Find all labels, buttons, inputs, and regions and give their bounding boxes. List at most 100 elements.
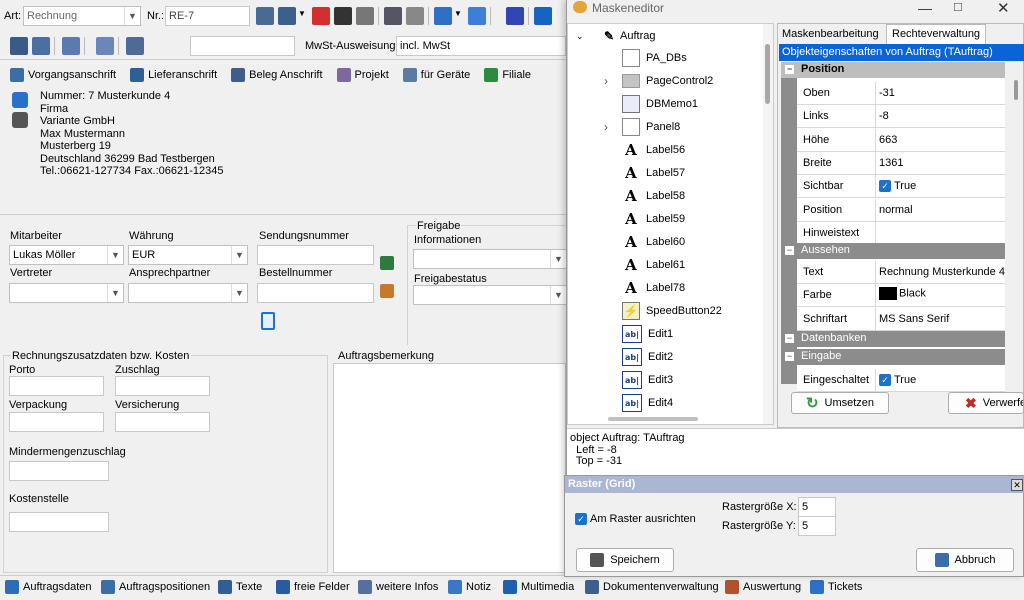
- category-eingabe[interactable]: − Eingabe: [781, 349, 1005, 365]
- tree-node[interactable]: › Panel8: [604, 117, 680, 137]
- category-aussehen[interactable]: − Aussehen: [781, 243, 1005, 259]
- bottom-tab-3[interactable]: freie Felder: [276, 578, 350, 596]
- tree-node[interactable]: A Label61: [622, 255, 685, 275]
- prop-row[interactable]: Position normal: [797, 198, 1005, 222]
- cancel-button[interactable]: Abbruch: [916, 548, 1014, 572]
- tree-node[interactable]: ab| Edit1: [622, 324, 673, 344]
- tree-node[interactable]: › PageControl2: [604, 71, 713, 91]
- bottom-tab-6[interactable]: Multimedia: [503, 578, 574, 596]
- customer-edit-icon[interactable]: [32, 37, 50, 55]
- tree-node[interactable]: ab| Edit3: [622, 370, 673, 390]
- props-scroll-thumb[interactable]: [1014, 80, 1018, 100]
- porto-input[interactable]: [9, 376, 104, 396]
- prop-row[interactable]: Höhe 663: [797, 128, 1005, 152]
- mitarbeiter-select[interactable]: Lukas Möller ▼: [9, 245, 124, 265]
- tab-rechteverwaltung[interactable]: Rechteverwaltung: [886, 24, 986, 44]
- minimize-icon[interactable]: —: [918, 0, 932, 16]
- maximize-icon[interactable]: □: [954, 0, 962, 14]
- umsetzen-button[interactable]: ↻ Umsetzen: [791, 392, 889, 414]
- tab-maskenbearbeitung[interactable]: Maskenbearbeitung: [778, 24, 884, 44]
- prop-row[interactable]: Eingeschaltet ✓ True: [797, 369, 1005, 392]
- mail-icon[interactable]: [406, 7, 424, 25]
- globe-icon[interactable]: [506, 7, 524, 25]
- print-icon[interactable]: [256, 7, 274, 25]
- freigabe-info-select[interactable]: ▼: [413, 249, 567, 269]
- prop-row[interactable]: Text Rechnung Musterkunde 4: [797, 261, 1005, 284]
- search-input[interactable]: [190, 36, 295, 56]
- pdf-export-icon[interactable]: [334, 7, 352, 25]
- document-icon[interactable]: [434, 7, 452, 25]
- addr-tab-1[interactable]: Lieferanschrift: [130, 68, 217, 82]
- tree-node[interactable]: ⚡ SpeedButton22: [622, 301, 722, 321]
- addr-tab-5[interactable]: Filiale: [484, 68, 531, 82]
- collapse-icon[interactable]: ⌄: [576, 31, 584, 42]
- verwerfen-button[interactable]: ✖ Verwerfen: [948, 392, 1024, 414]
- prop-row[interactable]: Sichtbar ✓ True: [797, 175, 1005, 199]
- barcode-icon[interactable]: [380, 256, 394, 270]
- archive-icon[interactable]: [356, 7, 374, 25]
- pdf-icon[interactable]: [312, 7, 330, 25]
- tree-node[interactable]: DBMemo1: [622, 94, 698, 114]
- addr-tab-4[interactable]: für Geräte: [402, 68, 470, 82]
- order-icon[interactable]: [380, 284, 394, 298]
- document-blue-icon[interactable]: [468, 7, 486, 25]
- category-datenbanken[interactable]: − Datenbanken: [781, 331, 1005, 347]
- bottom-tab-0[interactable]: Auftragsdaten: [5, 578, 92, 596]
- prop-row[interactable]: Breite 1361: [797, 151, 1005, 175]
- grid-close-icon[interactable]: ✕: [1011, 479, 1023, 491]
- tree-node[interactable]: A Label78: [622, 278, 685, 298]
- preview-icon[interactable]: [384, 7, 402, 25]
- bottom-tab-7[interactable]: Dokumentenverwaltung: [585, 578, 719, 596]
- tools-icon[interactable]: [12, 112, 28, 128]
- tree-node[interactable]: A Label56: [622, 140, 685, 160]
- tree-node[interactable]: A Label60: [622, 232, 685, 252]
- tree-node[interactable]: ⌄ ✎ Auftrag: [576, 26, 655, 46]
- kostenstelle-input[interactable]: [9, 512, 109, 532]
- prop-row[interactable]: Links -8: [797, 105, 1005, 129]
- versicherung-input[interactable]: [115, 412, 210, 432]
- zuschlag-input[interactable]: [115, 376, 210, 396]
- tree-scroll-thumb[interactable]: [765, 44, 770, 104]
- snap-checkbox[interactable]: ✓ Am Raster ausrichten: [575, 513, 696, 525]
- calendar-icon[interactable]: [96, 37, 114, 55]
- phone-icon[interactable]: [12, 92, 28, 108]
- bottom-tab-9[interactable]: Tickets: [810, 578, 862, 596]
- prop-row[interactable]: Farbe Black: [797, 284, 1005, 308]
- vertreter-select[interactable]: ▼: [9, 283, 124, 303]
- tree-node[interactable]: A Label58: [622, 186, 685, 206]
- art-select[interactable]: Rechnung ▼: [23, 6, 141, 26]
- tree-node[interactable]: ab| Edit4: [622, 393, 673, 413]
- refresh-icon[interactable]: [62, 37, 80, 55]
- bottom-tab-8[interactable]: Auswertung: [725, 578, 801, 596]
- bottom-tab-1[interactable]: Auftragspositionen: [101, 578, 210, 596]
- tree-node[interactable]: PA_DBs: [622, 48, 687, 68]
- download-icon[interactable]: [534, 7, 552, 25]
- addr-tab-3[interactable]: Projekt: [336, 68, 389, 82]
- sendung-input[interactable]: [257, 245, 374, 265]
- bemerkung-textarea[interactable]: [333, 363, 566, 573]
- bottom-tab-5[interactable]: Notiz: [448, 578, 491, 596]
- bottom-tab-4[interactable]: weitere Infos: [358, 578, 438, 596]
- expand-icon[interactable]: ›: [604, 120, 608, 134]
- ansprech-select[interactable]: ▼: [128, 283, 248, 303]
- minder-input[interactable]: [9, 461, 109, 481]
- print-menu-icon[interactable]: [278, 7, 296, 25]
- bottom-tab-2[interactable]: Texte: [218, 578, 262, 596]
- dropdown-arrow-icon[interactable]: ▼: [454, 9, 462, 18]
- grid-x-input[interactable]: [798, 497, 836, 517]
- grid-icon[interactable]: [126, 37, 144, 55]
- tree-node[interactable]: A Label57: [622, 163, 685, 183]
- addr-tab-0[interactable]: Vorgangsanschrift: [10, 68, 116, 82]
- close-icon[interactable]: ✕: [997, 0, 1010, 17]
- nr-input[interactable]: [165, 6, 250, 26]
- freigabe-status-select[interactable]: ▼: [413, 285, 567, 305]
- waehrung-select[interactable]: EUR ▼: [128, 245, 248, 265]
- customer-icon[interactable]: [10, 37, 28, 55]
- mwst-input[interactable]: [396, 36, 566, 56]
- verpackung-input[interactable]: [9, 412, 104, 432]
- category-position[interactable]: − Position: [781, 62, 1005, 78]
- bestell-input[interactable]: [257, 283, 374, 303]
- prop-row[interactable]: Hinweistext: [797, 221, 1005, 245]
- prop-row[interactable]: Schriftart MS Sans Serif: [797, 307, 1005, 331]
- tree-node[interactable]: A Label59: [622, 209, 685, 229]
